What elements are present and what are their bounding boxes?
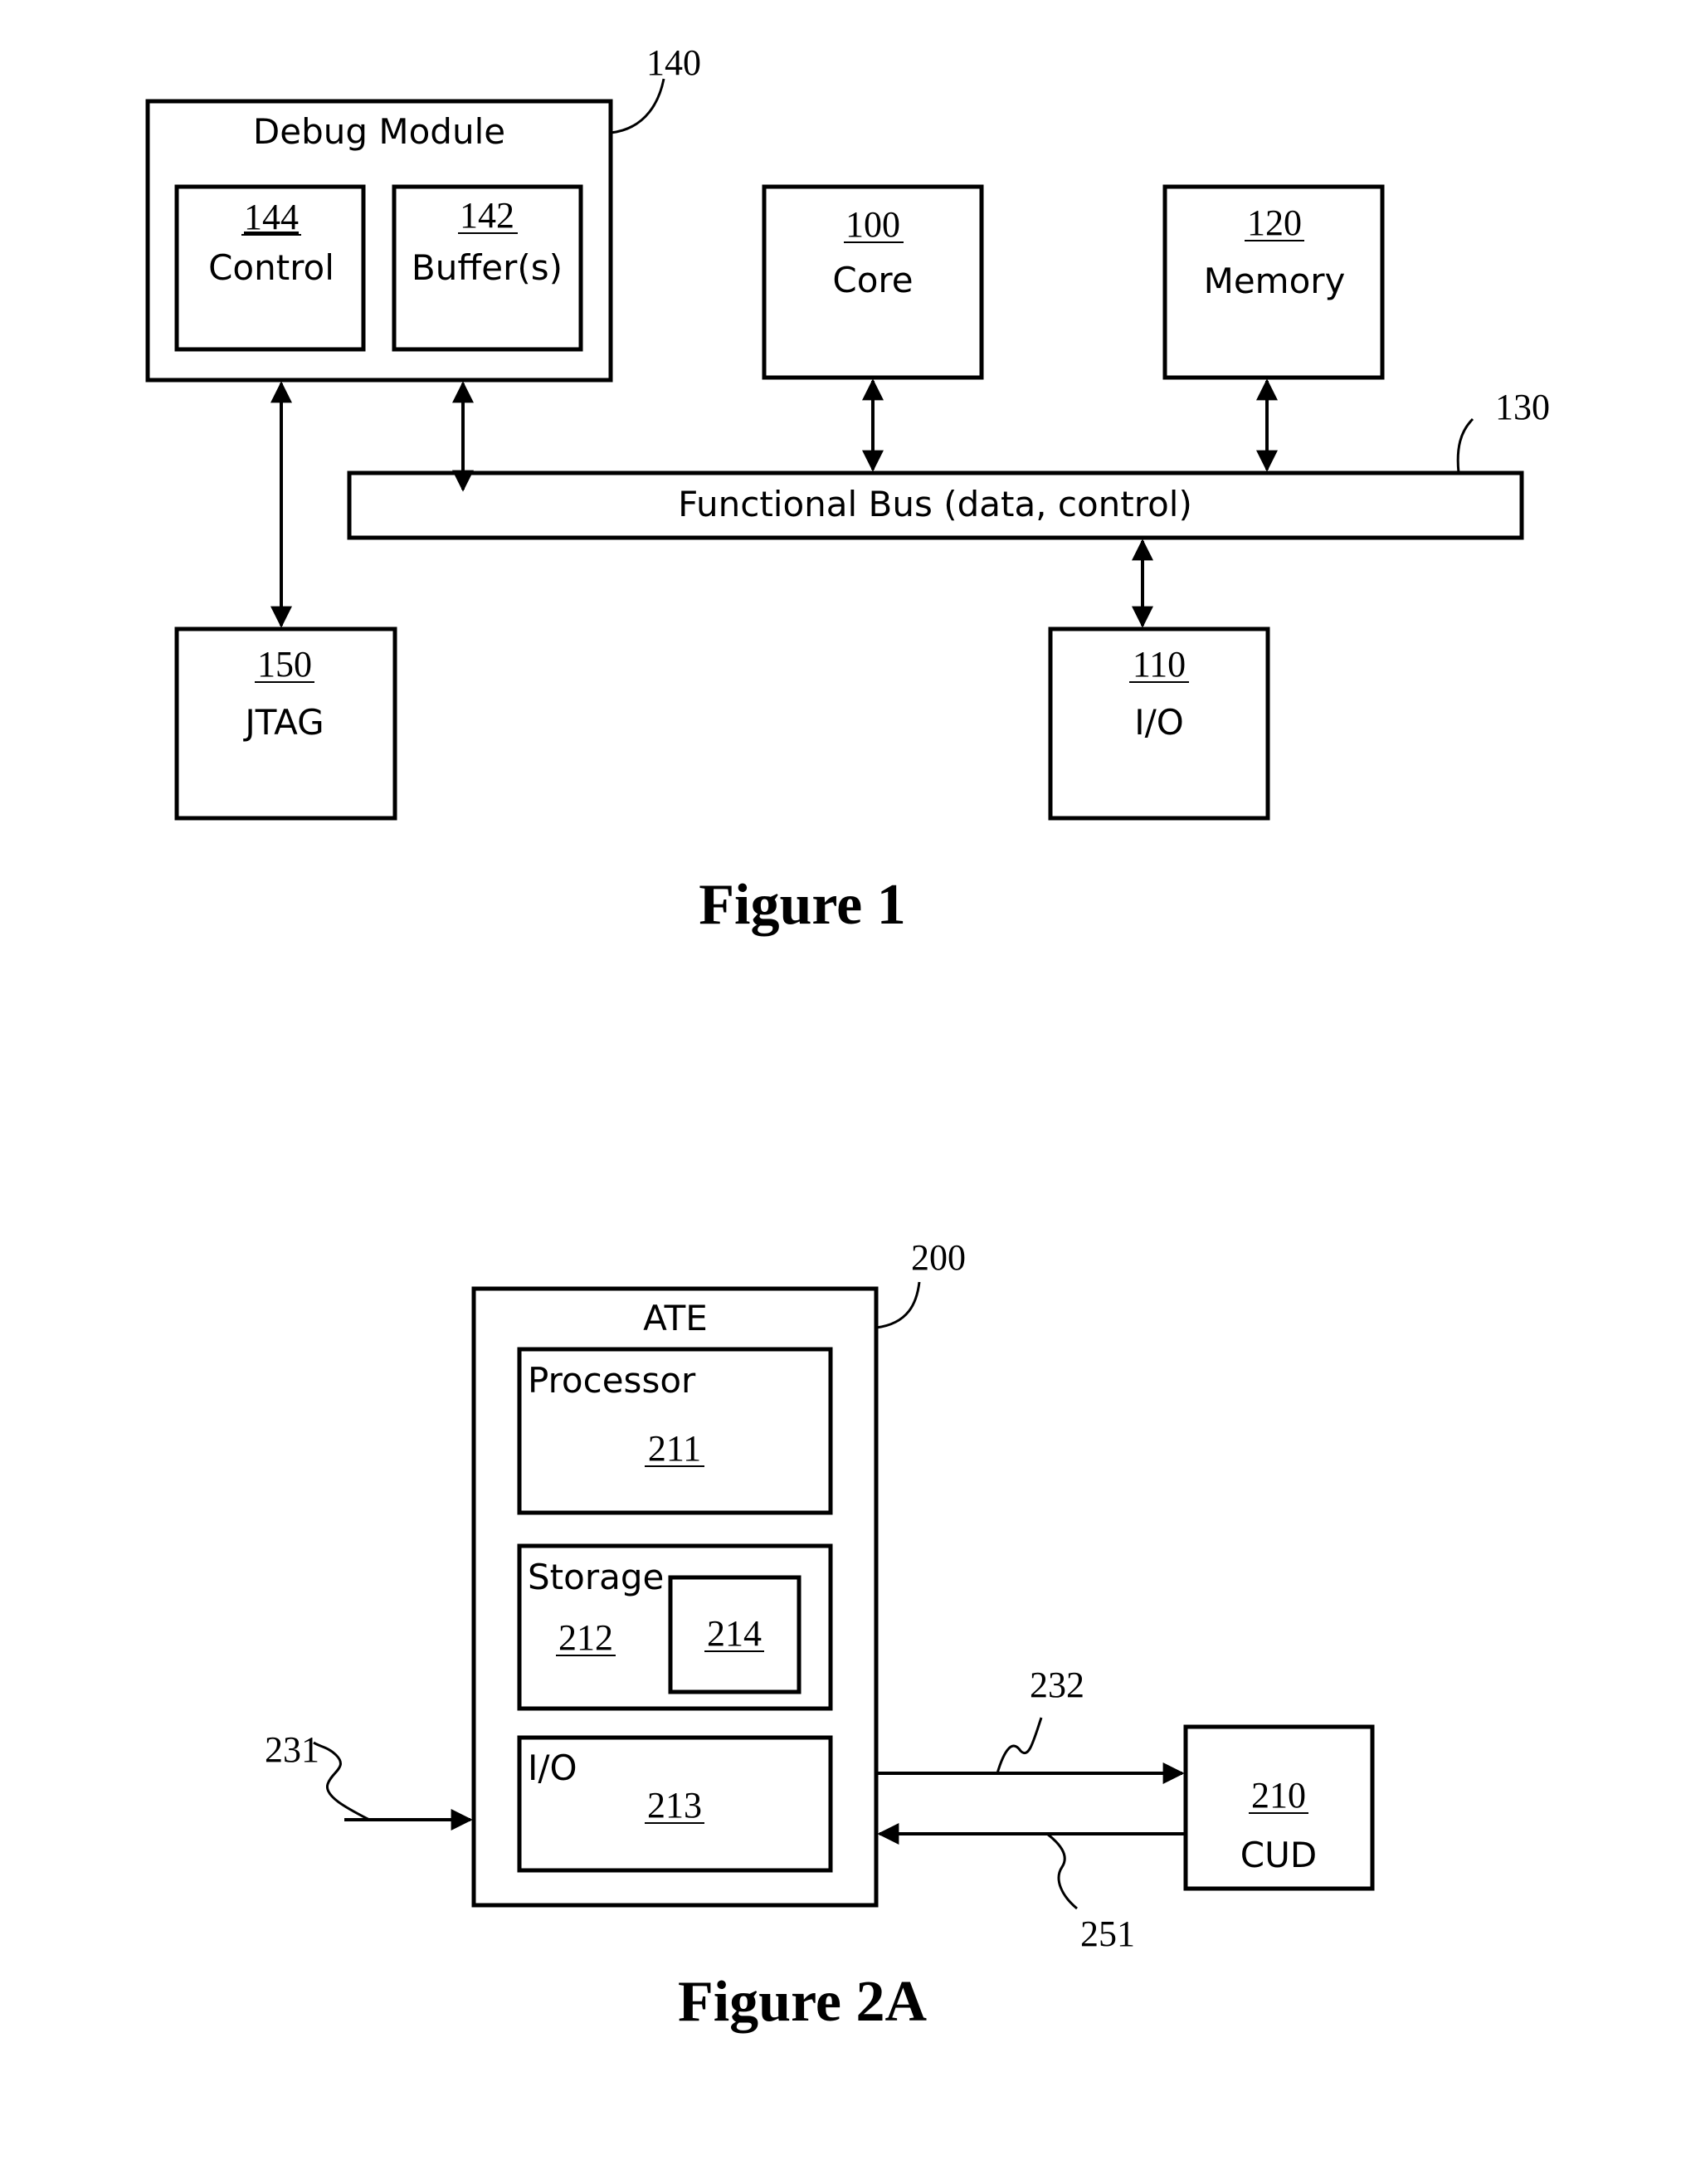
buffers-label: Buffer(s): [412, 247, 563, 288]
leader-line-231: [313, 1741, 370, 1821]
io-2a-label: I/O: [528, 1748, 577, 1788]
ref-200: 200: [911, 1237, 966, 1278]
storage-block: Storage 212 214: [517, 1543, 833, 1711]
control-label: Control: [208, 247, 334, 288]
ref-232: 232: [1030, 1665, 1084, 1705]
figure-2a: ATE 200 Processor 211 Storage 212 214 I/…: [265, 1237, 1375, 2034]
io-label: I/O: [1134, 702, 1184, 743]
ref-210: 210: [1251, 1775, 1306, 1816]
processor-label: Processor: [528, 1360, 696, 1401]
control-block: 144 Control: [174, 184, 366, 352]
ref-120: 120: [1247, 202, 1302, 243]
ref-100: 100: [845, 204, 900, 245]
io-block-2a: I/O 213: [517, 1735, 833, 1873]
bus-label: Functional Bus (data, control): [678, 484, 1192, 524]
ref-150: 150: [257, 644, 312, 685]
core-block: 100 Core: [762, 184, 984, 380]
ate-label: ATE: [643, 1298, 708, 1338]
ref-110: 110: [1133, 644, 1186, 685]
io-block: 110 I/O: [1048, 626, 1270, 821]
ref-251: 251: [1080, 1913, 1135, 1954]
ref-140: 140: [646, 42, 701, 83]
patent-drawing: Debug Module 140 144 Control 142 Buffer(…: [145, 42, 1550, 2034]
ref-231: 231: [265, 1729, 319, 1770]
ref-211: 211: [648, 1428, 701, 1469]
ref-214: 214: [707, 1613, 762, 1654]
leader-line-251: [1046, 1832, 1078, 1910]
jtag-label: JTAG: [242, 702, 324, 743]
leader-line-232: [996, 1717, 1043, 1774]
functional-bus: Functional Bus (data, control) 130: [347, 387, 1550, 540]
core-label: Core: [832, 260, 913, 300]
leader-line-140: [610, 78, 665, 134]
jtag-block: 150 JTAG: [174, 626, 397, 821]
cud-block: 210 CUD: [1183, 1724, 1375, 1891]
ref-130: 130: [1495, 387, 1550, 427]
ref-142: 142: [460, 195, 514, 236]
figure-1-caption: Figure 1: [699, 873, 906, 937]
processor-block: Processor 211: [517, 1347, 833, 1515]
figure-1: Debug Module 140 144 Control 142 Buffer(…: [145, 42, 1550, 937]
ref-213: 213: [647, 1785, 702, 1826]
leader-line-200: [875, 1281, 921, 1329]
memory-block: 120 Memory: [1162, 184, 1385, 380]
ref-144: 144: [244, 197, 299, 237]
memory-label: Memory: [1204, 261, 1346, 301]
debug-module-label: Debug Module: [253, 111, 505, 152]
cud-label: CUD: [1240, 1835, 1317, 1875]
leader-line-130: [1456, 417, 1474, 474]
figure-2a-caption: Figure 2A: [678, 1970, 928, 2034]
ref-212: 212: [558, 1617, 613, 1658]
buffers-block: 142 Buffer(s): [392, 184, 583, 352]
storage-label: Storage: [528, 1557, 664, 1597]
